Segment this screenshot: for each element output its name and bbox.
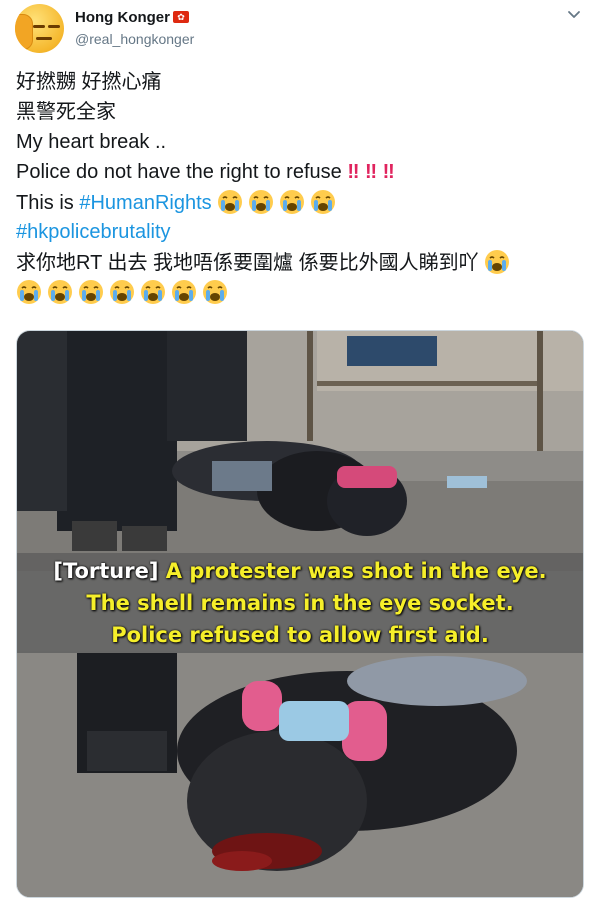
tweet-line-5: This is #HumanRights bbox=[16, 189, 341, 216]
tweet-card: Hong Konger ✿ @real_hongkonger 好撚嬲 好撚心痛 … bbox=[0, 0, 598, 901]
caption-line-3: Police refused to allow first aid. bbox=[111, 623, 489, 647]
tweet-photo[interactable]: [Torture] A protester was shot in the ey… bbox=[16, 330, 584, 898]
crying-face-emoji bbox=[172, 280, 196, 304]
crying-face-emoji bbox=[249, 190, 274, 214]
author-handle[interactable]: @real_hongkonger bbox=[75, 31, 194, 47]
avatar[interactable] bbox=[15, 4, 64, 53]
crying-face-emoji bbox=[203, 280, 227, 304]
caption-tag: [Torture] bbox=[53, 559, 159, 583]
caption-line-1: [Torture] A protester was shot in the ey… bbox=[17, 559, 583, 583]
tweet-line-3: My heart break .. bbox=[16, 131, 167, 153]
crying-face-emoji bbox=[141, 280, 165, 304]
tweet-line-4: Police do not have the right to refuse ‼… bbox=[16, 159, 395, 185]
chevron-down-icon[interactable] bbox=[567, 8, 581, 22]
caption-line-2: The shell remains in the eye socket. bbox=[86, 591, 514, 615]
crying-face-emoji bbox=[79, 280, 103, 304]
tweet-line-7-text: 求你地RT 出去 我地唔係要圍爐 係要比外國人睇到吖 bbox=[16, 252, 479, 274]
hashtag-humanrights-link[interactable]: #HumanRights bbox=[79, 192, 211, 214]
crying-face-emoji bbox=[311, 190, 336, 214]
crying-face-emoji-group bbox=[16, 280, 233, 304]
tweet-line-1: 好撚嬲 好撚心痛 bbox=[16, 71, 162, 93]
tweet-line-2: 黑警死全家 bbox=[16, 101, 116, 123]
author-name[interactable]: Hong Konger bbox=[75, 9, 170, 26]
tweet-line-6: #hkpolicebrutality bbox=[16, 219, 171, 245]
crying-face-emoji bbox=[280, 190, 305, 214]
tweet-line-4-text: Police do not have the right to refuse bbox=[16, 161, 342, 183]
crying-face-emoji bbox=[110, 280, 134, 304]
double-exclamation-icon: ‼ ‼ ‼ bbox=[347, 161, 395, 183]
crying-face-emoji bbox=[218, 190, 243, 214]
tweet-line-7: 求你地RT 出去 我地唔係要圍爐 係要比外國人睇到吖 bbox=[16, 249, 515, 276]
crying-face-emoji-group bbox=[484, 250, 515, 274]
hashtag-hkpolicebrutality-link[interactable]: #hkpolicebrutality bbox=[16, 221, 171, 243]
tweet-line-5-text: This is bbox=[16, 192, 74, 214]
hong-kong-flag-icon: ✿ bbox=[173, 11, 189, 23]
crying-face-emoji bbox=[485, 250, 510, 274]
tweet-line-8 bbox=[16, 279, 233, 306]
photo-caption: [Torture] A protester was shot in the ey… bbox=[17, 553, 583, 653]
crying-face-emoji bbox=[17, 280, 41, 304]
caption-line-1-text: A protester was shot in the eye. bbox=[165, 559, 547, 583]
crying-face-emoji-group bbox=[217, 190, 341, 214]
crying-face-emoji bbox=[48, 280, 72, 304]
